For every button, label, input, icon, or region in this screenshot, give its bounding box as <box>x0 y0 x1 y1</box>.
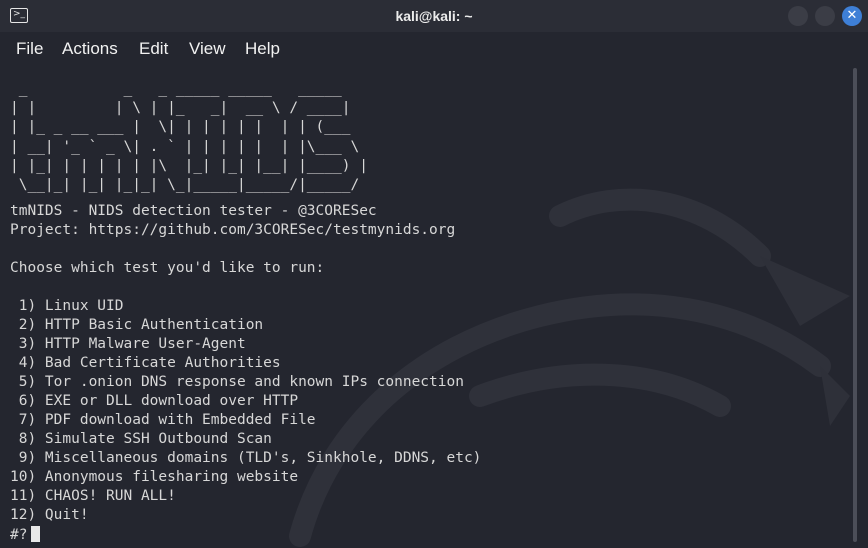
menu-view[interactable]: View <box>189 38 226 60</box>
option-line: 8) Simulate SSH Outbound Scan <box>10 431 272 447</box>
option-line: 10) Anonymous filesharing website <box>10 469 299 485</box>
terminal-window: >_ kali@kali: ~ ✕ File Actions Edit View… <box>0 0 868 548</box>
close-icon: ✕ <box>846 8 858 23</box>
window-title: kali@kali: ~ <box>395 8 473 24</box>
input-prompt: #? <box>10 527 28 543</box>
close-button[interactable]: ✕ <box>842 6 862 26</box>
menu-help[interactable]: Help <box>245 38 280 60</box>
terminal-output[interactable]: _ _ _ _____ _____ _____ | | | \ | |_ _| … <box>0 66 850 548</box>
option-line: 2) HTTP Basic Authentication <box>10 317 264 333</box>
option-line: 3) HTTP Malware User-Agent <box>10 336 246 352</box>
scrollbar-thumb[interactable] <box>853 68 857 542</box>
text-cursor <box>31 526 41 542</box>
option-line: 1) Linux UID <box>10 298 124 314</box>
menu-actions[interactable]: Actions <box>62 38 118 60</box>
option-line: 9) Miscellaneous domains (TLD's, Sinkhol… <box>10 450 482 466</box>
project-line: Project: https://github.com/3CORESec/tes… <box>10 222 456 238</box>
menu-edit[interactable]: Edit <box>139 38 168 60</box>
minimize-button[interactable] <box>788 6 808 26</box>
option-line: 11) CHAOS! RUN ALL! <box>10 488 176 504</box>
menu-bar: File Actions Edit View Help <box>0 32 868 66</box>
input-line[interactable]: #? <box>10 526 41 545</box>
tmnids-ascii-logo: _ _ _ _____ _____ _____ | | | \ | |_ _| … <box>10 81 368 194</box>
option-line: 4) Bad Certificate Authorities <box>10 355 281 371</box>
option-line: 7) PDF download with Embedded File <box>10 412 316 428</box>
scrollbar[interactable] <box>851 66 859 548</box>
header-line: tmNIDS - NIDS detection tester - @3CORES… <box>10 203 377 219</box>
prompt-question: Choose which test you'd like to run: <box>10 260 325 276</box>
option-line: 6) EXE or DLL download over HTTP <box>10 393 299 409</box>
title-bar[interactable]: >_ kali@kali: ~ ✕ <box>0 0 868 32</box>
maximize-button[interactable] <box>815 6 835 26</box>
option-line: 12) Quit! <box>10 507 89 523</box>
option-line: 5) Tor .onion DNS response and known IPs… <box>10 374 464 390</box>
menu-file[interactable]: File <box>16 38 43 60</box>
